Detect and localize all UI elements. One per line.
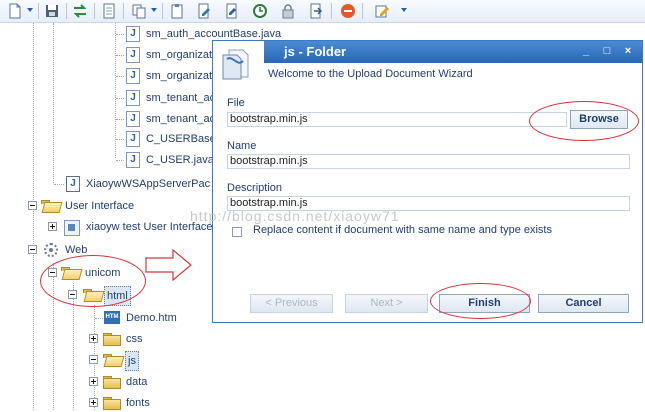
java-file-icon: J	[126, 26, 140, 42]
previous-button[interactable]: < Previous	[250, 294, 333, 313]
folder-open-icon	[103, 354, 121, 366]
copy-icon[interactable]	[131, 3, 147, 19]
close-icon[interactable]: ×	[621, 44, 635, 58]
tree-item-label: C_USER.java	[146, 154, 214, 166]
replace-label: Replace content if document with same na…	[253, 224, 552, 236]
document-wizard-icon	[222, 49, 249, 80]
edit-document-icon[interactable]	[224, 3, 240, 19]
java-file-icon: J	[126, 47, 140, 63]
paste-icon[interactable]	[169, 3, 185, 19]
folder-icon	[103, 333, 121, 346]
tree-item-label: data	[126, 376, 148, 388]
java-file-icon: J	[126, 152, 140, 168]
folder-icon	[103, 397, 121, 410]
document-icon[interactable]	[101, 3, 117, 19]
stop-icon[interactable]	[340, 3, 356, 19]
tree-item-label: sm_organizat	[146, 49, 213, 61]
chevron-down-icon[interactable]	[151, 8, 157, 12]
next-button[interactable]: Next >	[345, 294, 428, 313]
expand-icon[interactable]	[89, 398, 98, 407]
dialog-subtitle: Welcome to the Upload Document Wizard	[268, 68, 473, 80]
folder-icon	[103, 376, 121, 389]
file-input[interactable]: bootstrap.min.js	[227, 112, 567, 127]
replace-checkbox[interactable]	[232, 227, 242, 237]
export-icon[interactable]	[308, 3, 324, 19]
dialog-title: js - Folder	[284, 44, 347, 59]
name-label: Name	[227, 140, 257, 152]
tree-item-label: fonts	[126, 397, 150, 409]
java-file-icon: J	[126, 111, 140, 127]
tree-item-label: sm_tenant_ac	[146, 113, 216, 125]
java-package-icon: J	[66, 176, 80, 192]
expand-icon[interactable]	[89, 334, 98, 343]
name-field[interactable]: bootstrap.min.js	[227, 154, 630, 169]
description-label: Description	[227, 182, 283, 194]
expand-icon[interactable]	[89, 377, 98, 386]
cancel-button[interactable]: Cancel	[538, 294, 629, 313]
java-file-icon: J	[126, 90, 140, 106]
collapse-icon[interactable]	[28, 201, 37, 210]
dialog-title-bar[interactable]: js - Folder _ □ ×	[264, 41, 642, 63]
gear-icon	[44, 243, 58, 257]
toolbar	[0, 0, 645, 23]
application-icon	[64, 220, 80, 236]
edit-document-icon[interactable]	[196, 3, 212, 19]
tree-item-label: XiaoywWSAppServerPac	[86, 178, 211, 190]
java-file-icon: J	[126, 131, 140, 147]
refresh-icon[interactable]	[72, 3, 88, 19]
save-icon[interactable]	[44, 3, 60, 19]
chevron-down-icon[interactable]	[401, 8, 407, 12]
tree-item-label: js	[125, 351, 139, 371]
minimize-icon[interactable]: _	[579, 44, 593, 58]
tree-item-label: sm_tenant_ac	[146, 92, 216, 104]
java-file-icon: J	[126, 68, 140, 84]
chevron-down-icon[interactable]	[27, 8, 33, 12]
tree-item-label: css	[126, 333, 143, 345]
collapse-icon[interactable]	[89, 355, 98, 364]
edit-icon[interactable]	[374, 3, 390, 19]
watermark: http://blog.csdn.net/xiaoyw71	[190, 208, 400, 224]
lock-icon[interactable]	[280, 3, 296, 19]
expand-icon[interactable]	[48, 222, 57, 231]
new-document-icon[interactable]	[7, 3, 23, 19]
tree-item-label: C_USERBase	[146, 133, 216, 145]
file-label: File	[227, 97, 245, 109]
html-file-icon: HTM	[104, 311, 120, 324]
maximize-icon[interactable]: □	[600, 44, 614, 58]
collapse-icon[interactable]	[28, 245, 37, 254]
history-icon[interactable]	[252, 3, 268, 19]
annotation-ellipse	[430, 283, 531, 319]
folder-open-icon	[41, 200, 59, 212]
tree-item-label: sm_organizat	[146, 70, 213, 82]
annotation-ellipse	[529, 101, 639, 141]
upload-document-dialog: js - Folder _ □ × Welcome to the Upload …	[212, 40, 643, 323]
annotation-arrow-icon	[145, 248, 192, 282]
annotation-ellipse	[40, 255, 146, 307]
tree-item-label: Demo.htm	[126, 312, 177, 324]
dialog-header: js - Folder _ □ × Welcome to the Upload …	[213, 41, 642, 85]
tree-item-label: User Interface	[65, 200, 135, 212]
